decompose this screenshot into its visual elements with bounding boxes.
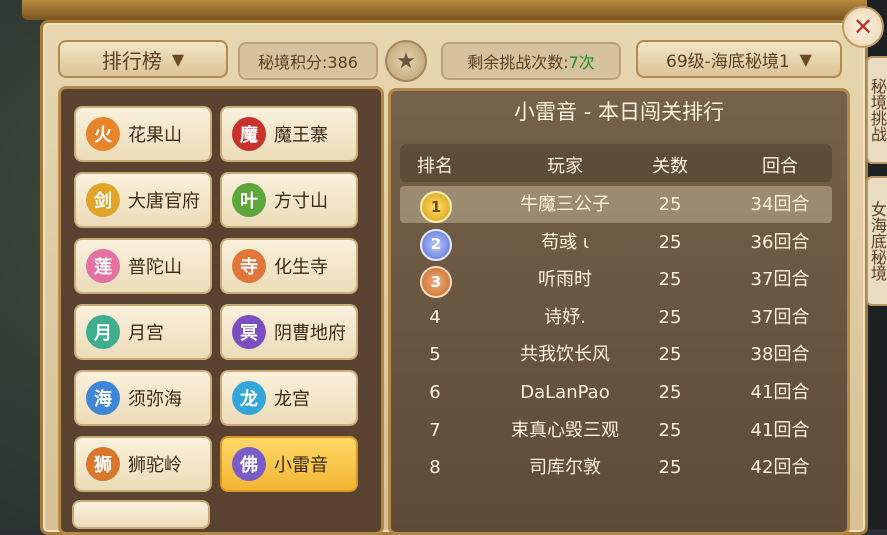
rank-cell: 7 bbox=[429, 419, 441, 441]
rounds-cell: 38回合 bbox=[750, 344, 810, 366]
map-button-label: 方寸山 bbox=[274, 191, 328, 212]
map-button[interactable]: 佛小雷音 bbox=[220, 436, 358, 492]
dragon-icon: 龙 bbox=[232, 381, 266, 415]
table-row[interactable]: 1 牛魔三公子 25 34回合 bbox=[400, 186, 832, 223]
skull-icon: 冥 bbox=[232, 315, 266, 349]
map-button[interactable]: 火花果山 bbox=[74, 106, 212, 162]
demon-icon: 魔 bbox=[232, 117, 266, 151]
map-button-label: 化生寺 bbox=[274, 257, 328, 278]
lion-icon: 狮 bbox=[86, 447, 120, 481]
rank-cell: 1 bbox=[400, 186, 470, 223]
table-row[interactable]: 2 苟彧 ι 25 36回合 bbox=[400, 224, 832, 261]
realm-score-text: 秘境积分:386 bbox=[258, 53, 358, 72]
leaderboard-header: 排名 玩家 关数 回合 bbox=[400, 144, 832, 182]
table-row[interactable]: 4 诗妤. 25 37回合 bbox=[400, 299, 832, 336]
map-button[interactable]: 莲普陀山 bbox=[74, 238, 212, 294]
map-button[interactable]: 冥阴曹地府 bbox=[220, 304, 358, 360]
levels-cell: 25 bbox=[658, 194, 682, 215]
map-button-label: 须弥海 bbox=[128, 389, 182, 410]
leaderboard-title: 小雷音 - 本日闯关排行 bbox=[514, 100, 724, 124]
map-button-label: 月宫 bbox=[128, 323, 164, 344]
rounds-cell: 37回合 bbox=[750, 306, 810, 328]
rounds-cell: 41回合 bbox=[750, 382, 810, 403]
map-button-partial[interactable] bbox=[72, 500, 210, 529]
lotus-icon: 莲 bbox=[86, 249, 120, 283]
map-button-label: 魔王寨 bbox=[274, 125, 328, 146]
map-button-label: 大唐官府 bbox=[128, 191, 200, 212]
sword-icon: 剑 bbox=[86, 183, 120, 217]
table-row[interactable]: 7 束真心毁三观 25 41回合 bbox=[400, 412, 832, 449]
table-row-partial bbox=[400, 500, 832, 529]
wave-icon: 海 bbox=[86, 381, 120, 415]
rounds-cell: 37回合 bbox=[750, 269, 810, 291]
buddha-icon: 佛 bbox=[232, 447, 266, 481]
rank-medal-icon: 1 bbox=[420, 191, 452, 223]
map-button[interactable]: 魔魔王寨 bbox=[220, 106, 358, 162]
header-rounds: 回合 bbox=[762, 156, 798, 177]
close-icon: ✕ bbox=[852, 13, 874, 41]
map-button[interactable]: 叶方寸山 bbox=[220, 172, 358, 228]
side-tab-realm-challenge[interactable]: 秘境挑战 bbox=[866, 56, 887, 164]
level-dropdown[interactable]: 69级-海底秘境1 ▼ bbox=[636, 40, 842, 78]
pagoda-icon: 寺 bbox=[232, 249, 266, 283]
map-button[interactable]: 寺化生寺 bbox=[220, 238, 358, 294]
rounds-cell: 42回合 bbox=[750, 457, 810, 479]
rank-cell: 5 bbox=[429, 344, 441, 366]
rank-cell: 3 bbox=[400, 261, 470, 299]
map-button[interactable]: 月月宫 bbox=[74, 304, 212, 360]
levels-cell: 25 bbox=[658, 231, 682, 253]
map-button-label: 花果山 bbox=[128, 125, 182, 146]
map-button-label: 阴曹地府 bbox=[274, 323, 346, 344]
levels-cell: 25 bbox=[658, 457, 682, 479]
level-dropdown-label: 69级-海底秘境1 bbox=[666, 51, 790, 72]
leaf-icon: 叶 bbox=[232, 183, 266, 217]
flame-icon: 火 bbox=[86, 117, 120, 151]
rank-cell: 4 bbox=[429, 306, 441, 328]
map-button-label: 狮驼岭 bbox=[128, 455, 182, 476]
levels-cell: 25 bbox=[658, 306, 682, 328]
map-button[interactable]: 剑大唐官府 bbox=[74, 172, 212, 228]
close-button[interactable]: ✕ bbox=[842, 6, 884, 48]
table-row[interactable]: 6 DaLanPao 25 41回合 bbox=[400, 374, 832, 411]
table-row[interactable]: 3 听雨时 25 37回合 bbox=[400, 261, 832, 299]
rank-medal-icon: 3 bbox=[420, 266, 452, 299]
remaining-attempts-label: 剩余挑战次数: bbox=[467, 53, 569, 72]
rounds-cell: 36回合 bbox=[750, 231, 810, 253]
levels-cell: 25 bbox=[658, 419, 682, 441]
map-button[interactable]: 狮狮驼岭 bbox=[74, 436, 212, 492]
rank-cell: 6 bbox=[429, 382, 441, 403]
moon-icon: 月 bbox=[86, 315, 120, 349]
chevron-down-icon: ▼ bbox=[171, 49, 185, 69]
ranking-dropdown-label: 排行榜 bbox=[101, 48, 162, 73]
realm-score: 秘境积分:386 bbox=[238, 42, 378, 80]
rounds-cell: 34回合 bbox=[750, 194, 810, 215]
map-button-label: 普陀山 bbox=[128, 257, 182, 278]
map-button-label: 龙宫 bbox=[274, 389, 310, 410]
map-button[interactable]: 龙龙宫 bbox=[220, 370, 358, 426]
header-rank: 排名 bbox=[417, 156, 453, 177]
map-button[interactable]: 海须弥海 bbox=[74, 370, 212, 426]
rank-medal-icon: 2 bbox=[420, 228, 452, 261]
header-levels: 关数 bbox=[652, 156, 688, 177]
side-tab-undersea-realm[interactable]: 女海底秘境 bbox=[866, 176, 887, 306]
rounds-cell: 41回合 bbox=[750, 419, 810, 441]
star-icon[interactable]: ★ bbox=[385, 40, 427, 82]
ranking-dropdown[interactable]: 排行榜 ▼ bbox=[58, 40, 228, 78]
rank-cell: 8 bbox=[429, 457, 441, 479]
levels-cell: 25 bbox=[658, 269, 682, 291]
levels-cell: 25 bbox=[658, 344, 682, 366]
remaining-attempts: 剩余挑战次数: 7次 bbox=[441, 42, 621, 80]
levels-cell: 25 bbox=[658, 382, 682, 403]
window-top-frame bbox=[22, 0, 867, 20]
table-row[interactable]: 5 共我饮长风 25 38回合 bbox=[400, 336, 832, 373]
table-row[interactable]: 8 司库尔敦 25 42回合 bbox=[400, 449, 832, 486]
chevron-down-icon: ▼ bbox=[799, 49, 812, 69]
map-button-label: 小雷音 bbox=[274, 455, 328, 476]
rank-cell: 2 bbox=[400, 224, 470, 261]
remaining-attempts-value: 7次 bbox=[568, 53, 595, 72]
